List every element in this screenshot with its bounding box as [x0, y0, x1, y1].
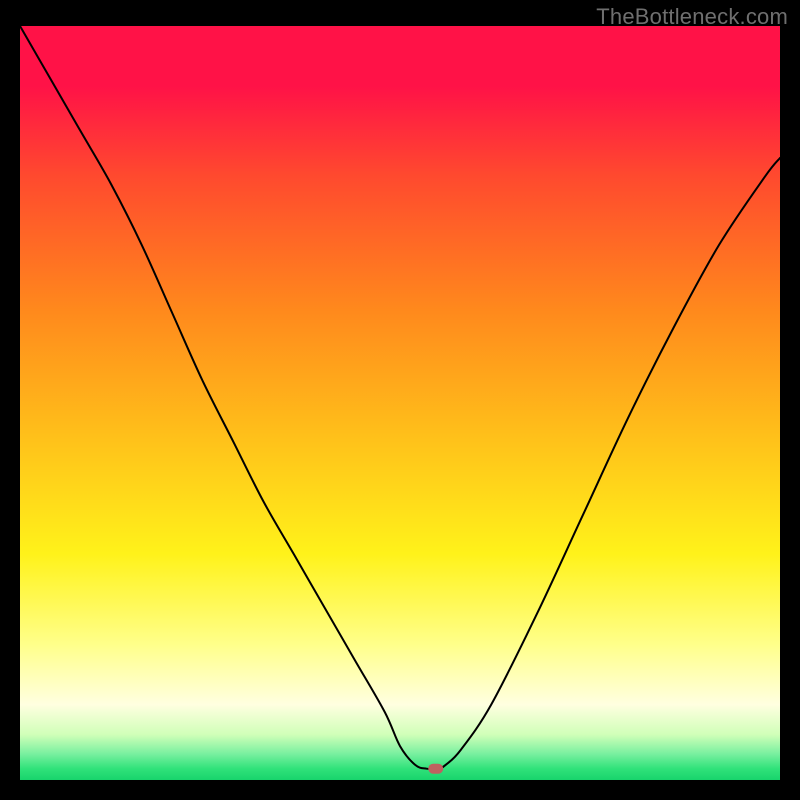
- plot-svg: [20, 26, 780, 780]
- bottleneck-plot: [20, 26, 780, 780]
- gradient-background: [20, 26, 780, 780]
- optimal-point-marker: [428, 764, 443, 774]
- image-frame: TheBottleneck.com: [0, 0, 800, 800]
- watermark-text: TheBottleneck.com: [596, 4, 788, 30]
